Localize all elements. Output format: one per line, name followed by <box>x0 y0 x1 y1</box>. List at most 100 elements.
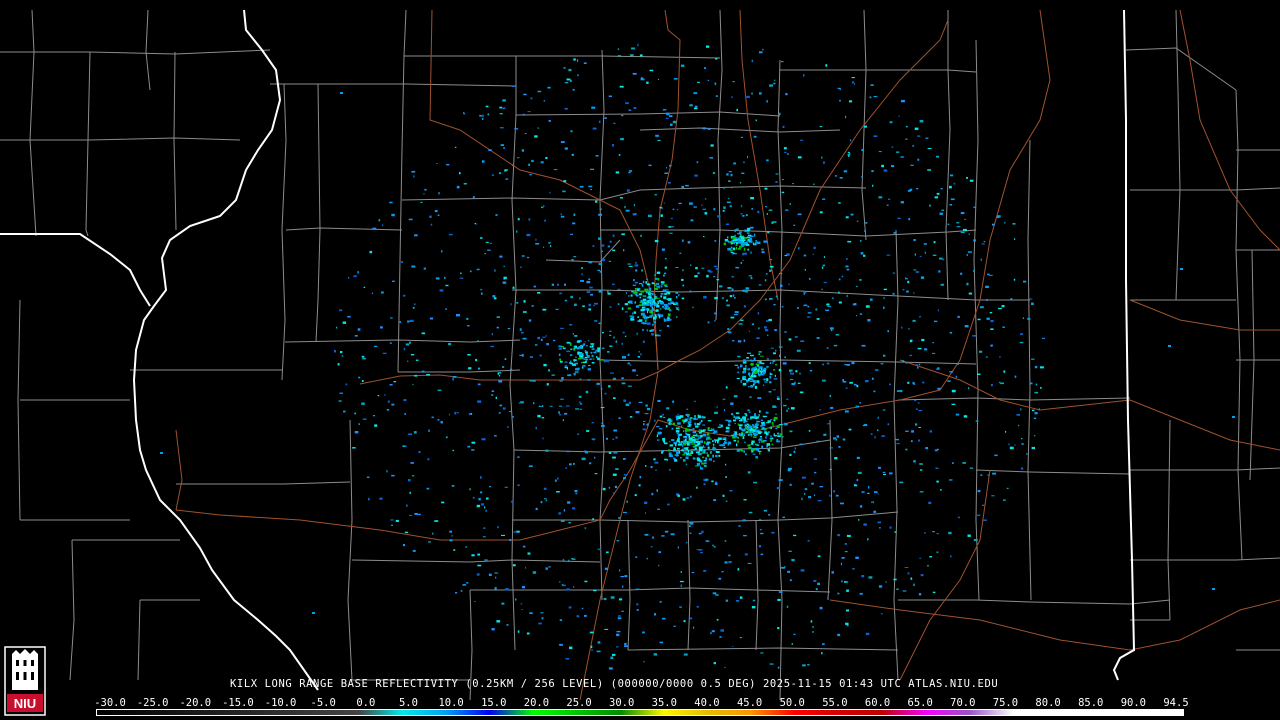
radar-echo <box>449 530 452 533</box>
radar-echo <box>504 169 507 172</box>
radar-echo <box>878 151 882 153</box>
radar-echo <box>549 405 553 407</box>
radar-echo <box>742 289 745 292</box>
radar-echo <box>1168 345 1171 347</box>
radar-echo <box>750 378 754 381</box>
radar-echo <box>700 420 703 423</box>
radar-echo <box>821 652 823 655</box>
radar-echo <box>736 443 738 447</box>
radar-echo <box>846 589 849 592</box>
radar-echo <box>712 454 714 458</box>
radar-echo <box>549 191 551 194</box>
radar-echo <box>924 532 926 534</box>
radar-echo <box>856 315 857 317</box>
radar-echo <box>677 546 679 549</box>
radar-echo <box>683 430 685 432</box>
radar-echo <box>601 244 605 247</box>
radar-echo <box>507 328 511 330</box>
radar-echo <box>713 662 716 665</box>
radar-echo <box>545 499 547 502</box>
radar-echo <box>503 147 505 149</box>
radar-echo <box>751 59 753 63</box>
radar-echo <box>663 318 665 321</box>
radar-echo <box>789 430 793 433</box>
radar-echo <box>928 501 932 504</box>
radar-echo <box>869 96 872 99</box>
radar-echo <box>836 435 839 438</box>
radar-echo <box>660 285 663 288</box>
radar-echo <box>428 429 430 432</box>
radar-echo <box>729 490 733 492</box>
radar-echo <box>650 310 652 312</box>
radar-echo <box>757 373 761 376</box>
radar-echo <box>883 306 885 309</box>
radar-echo <box>751 606 756 609</box>
radar-echo <box>817 500 822 502</box>
radar-echo <box>847 153 851 156</box>
radar-echo <box>1005 430 1007 433</box>
radar-echo <box>759 410 761 413</box>
radar-echo <box>534 344 538 346</box>
radar-echo <box>624 311 628 313</box>
radar-echo <box>667 298 672 301</box>
radar-echo <box>696 161 699 164</box>
radar-echo <box>745 287 750 290</box>
radar-echo <box>736 436 739 439</box>
radar-echo <box>588 308 591 311</box>
radar-echo <box>696 418 698 420</box>
radar-echo <box>819 126 823 128</box>
radar-echo <box>627 263 632 265</box>
radar-echo <box>914 127 919 130</box>
radar-echo <box>736 108 738 112</box>
radar-echo <box>863 254 866 257</box>
radar-echo <box>754 233 756 237</box>
radar-echo <box>623 399 627 402</box>
radar-echo <box>616 633 620 637</box>
radar-echo <box>621 342 623 345</box>
radar-echo <box>689 202 693 205</box>
radar-echo <box>634 213 637 215</box>
radar-echo <box>803 293 805 295</box>
radar-echo <box>989 312 993 314</box>
radar-echo <box>621 114 624 117</box>
radar-echo <box>785 93 788 96</box>
radar-echo <box>559 619 563 621</box>
radar-echo <box>584 527 587 529</box>
radar-echo <box>907 280 910 284</box>
radar-echo <box>865 222 868 224</box>
radar-echo <box>713 439 716 441</box>
radar-echo <box>483 527 486 529</box>
colorbar-tick-label: 80.0 <box>1035 697 1061 709</box>
radar-echo <box>838 301 842 304</box>
radar-echo <box>750 374 753 377</box>
radar-echo <box>635 269 638 272</box>
radar-echo <box>646 278 648 280</box>
radar-echo <box>713 276 716 278</box>
radar-echo <box>568 606 572 609</box>
radar-echo <box>969 179 974 182</box>
radar-echo <box>853 383 857 386</box>
radar-echo <box>722 438 727 440</box>
radar-echo <box>708 429 712 431</box>
radar-echo <box>638 293 643 296</box>
radar-echo <box>725 476 727 478</box>
radar-echo <box>663 307 668 309</box>
radar-echo <box>763 240 768 243</box>
radar-echo <box>740 435 745 437</box>
radar-echo <box>588 364 591 366</box>
radar-echo <box>430 223 433 226</box>
radar-echo <box>707 446 710 449</box>
radar-echo <box>662 413 664 416</box>
radar-echo <box>689 104 693 107</box>
radar-echo <box>490 345 494 348</box>
radar-echo <box>736 449 740 452</box>
radar-echo <box>740 262 743 264</box>
radar-echo <box>640 234 642 237</box>
radar-echo <box>675 443 677 447</box>
radar-echo <box>712 432 715 434</box>
radar-echo <box>967 534 971 537</box>
radar-echo <box>990 328 994 330</box>
radar-echo <box>957 516 960 519</box>
radar-echo <box>873 135 878 137</box>
radar-echo <box>576 367 580 370</box>
